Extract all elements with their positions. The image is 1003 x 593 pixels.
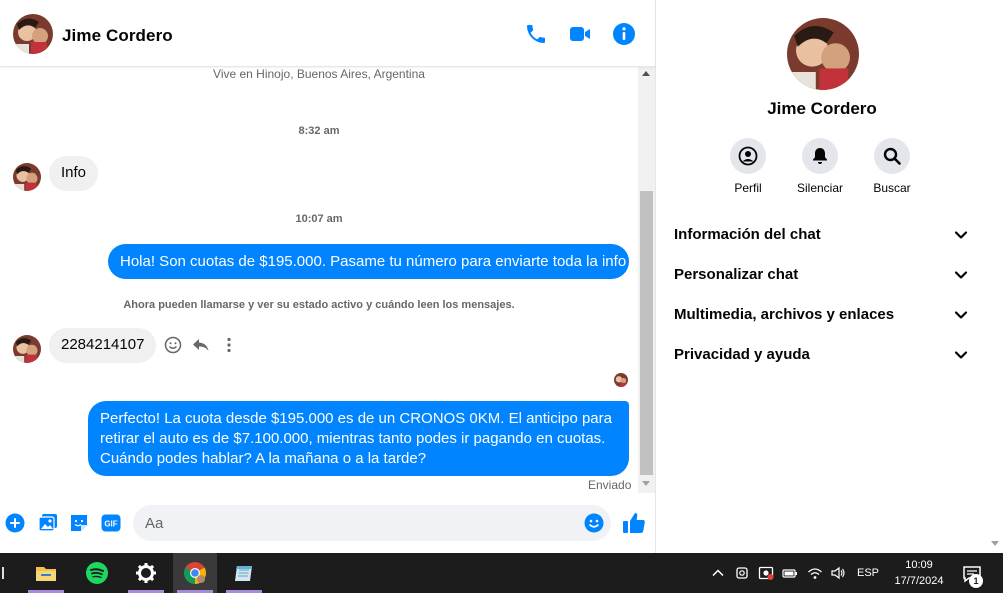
message-input[interactable] — [133, 505, 611, 541]
chat-scrollbar[interactable] — [638, 67, 655, 493]
chevron-down-icon — [954, 228, 968, 242]
scroll-up-arrow-icon[interactable] — [642, 71, 650, 76]
image-icon[interactable] — [38, 513, 58, 533]
outgoing-message[interactable]: Perfecto! La cuota desde $195.000 es de … — [88, 401, 629, 476]
outgoing-message[interactable]: Hola! Son cuotas de $195.000. Pasame tu … — [108, 244, 629, 279]
message-list: Vive en Hinojo, Buenos Aires, Argentina … — [0, 67, 638, 493]
clock-date: 17/7/2024 — [894, 575, 944, 587]
notepad-icon — [235, 566, 252, 581]
thumbs-up-icon[interactable] — [622, 511, 646, 535]
gear-icon — [136, 563, 156, 583]
spotify-button[interactable] — [75, 553, 119, 593]
messenger-window: Jime Cordero Vive en Hinojo, Buenos Aire… — [0, 0, 1003, 553]
notepad-button[interactable] — [222, 553, 266, 593]
scroll-down-arrow-icon[interactable] — [991, 541, 999, 546]
chrome-button[interactable] — [173, 553, 217, 593]
clock-time: 10:09 — [905, 559, 933, 571]
contact-avatar-large[interactable] — [787, 18, 859, 90]
read-receipt-avatar — [614, 373, 628, 387]
contact-name[interactable]: Jime Cordero — [62, 26, 173, 46]
section-media-files-links[interactable]: Multimedia, archivos y enlaces — [657, 294, 987, 334]
sender-avatar[interactable] — [13, 163, 41, 191]
notification-badge: 1 — [969, 574, 983, 588]
profile-icon — [738, 146, 758, 166]
file-explorer-button[interactable] — [24, 553, 68, 593]
plus-icon[interactable] — [5, 513, 25, 533]
chat-pane: Jime Cordero Vive en Hinojo, Buenos Aire… — [0, 0, 656, 553]
message-composer: GIF — [0, 493, 655, 553]
mute-button[interactable]: Silenciar — [780, 138, 860, 195]
security-tray-icon[interactable] — [758, 565, 774, 581]
system-notice: Ahora pueden llamarse y ver su estado ac… — [123, 299, 515, 311]
timestamp: 10:07 am — [295, 213, 343, 225]
settings-button[interactable] — [124, 553, 168, 593]
search-icon — [883, 147, 901, 165]
folder-icon — [36, 567, 56, 581]
section-customize-chat[interactable]: Personalizar chat — [657, 254, 987, 294]
video-camera-icon[interactable] — [568, 22, 592, 46]
smiley-icon[interactable] — [164, 336, 182, 354]
details-contact-name: Jime Cordero — [767, 99, 877, 118]
chevron-up-icon[interactable] — [710, 565, 726, 581]
sender-avatar[interactable] — [13, 335, 41, 363]
search-label: Buscar — [873, 181, 911, 195]
chrome-icon — [184, 562, 206, 584]
clock[interactable]: 10:09 17/7/2024 — [893, 557, 945, 589]
windows-taskbar: ESP 10:09 17/7/2024 1 — [0, 553, 1003, 593]
phone-icon[interactable] — [524, 22, 548, 46]
incoming-message[interactable]: Info — [49, 156, 99, 191]
chat-header: Jime Cordero — [0, 0, 655, 67]
contact-location: Vive en Hinojo, Buenos Aires, Argentina — [213, 67, 425, 81]
incoming-message[interactable]: 2284214107 — [49, 328, 157, 363]
mute-label: Silenciar — [796, 181, 844, 195]
section-label: Privacidad y ayuda — [674, 346, 810, 363]
gif-icon[interactable]: GIF — [101, 513, 121, 533]
chat-details-pane: Jime Cordero Perfil Silenciar Buscar Inf… — [657, 0, 987, 553]
chevron-down-icon — [954, 348, 968, 362]
bell-icon — [813, 148, 827, 164]
profile-label: Perfil — [734, 181, 762, 195]
camera-tray-icon[interactable] — [734, 565, 750, 581]
contact-avatar[interactable] — [13, 14, 53, 54]
page-scrollbar[interactable] — [987, 0, 1003, 553]
reply-icon[interactable] — [192, 336, 210, 354]
sticker-icon[interactable] — [69, 513, 89, 533]
search-button[interactable]: Buscar — [852, 138, 932, 195]
section-label: Multimedia, archivos y enlaces — [674, 306, 895, 323]
profile-button[interactable]: Perfil — [708, 138, 788, 195]
emoji-icon[interactable] — [584, 513, 604, 533]
timestamp: 8:32 am — [298, 125, 340, 137]
delivery-status: Enviado — [588, 478, 632, 492]
section-label: Información del chat — [674, 226, 821, 243]
more-vertical-icon[interactable] — [220, 336, 238, 354]
gif-label: GIF — [104, 520, 117, 529]
chevron-down-icon — [954, 308, 968, 322]
scroll-thumb[interactable] — [640, 191, 653, 475]
wifi-icon[interactable] — [807, 565, 823, 581]
section-privacy-help[interactable]: Privacidad y ayuda — [657, 334, 987, 374]
spotify-icon — [86, 562, 108, 584]
scroll-down-arrow-icon[interactable] — [642, 481, 650, 486]
section-chat-info[interactable]: Información del chat — [657, 214, 987, 254]
volume-icon[interactable] — [830, 565, 846, 581]
battery-icon[interactable] — [782, 565, 798, 581]
chevron-down-icon — [954, 268, 968, 282]
taskbar-edge — [2, 567, 4, 579]
input-language[interactable]: ESP — [857, 567, 879, 579]
section-label: Personalizar chat — [674, 266, 799, 283]
info-icon[interactable] — [612, 22, 636, 46]
